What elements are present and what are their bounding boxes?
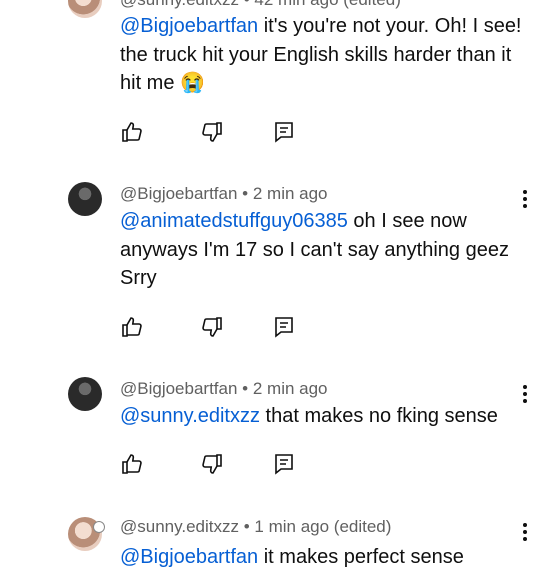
meta-separator: •: [237, 379, 253, 398]
comment-author[interactable]: @sunny.editxzz: [120, 0, 239, 9]
comment-time: 42 min ago (edited): [254, 0, 400, 9]
comment-time: 2 min ago: [252, 379, 328, 398]
thumb-down-icon[interactable]: [200, 120, 224, 144]
reply-icon[interactable]: [272, 452, 296, 476]
thumb-down-icon[interactable]: [200, 452, 224, 476]
thumb-up-icon[interactable]: [120, 315, 144, 339]
comment-meta: @Bigjoebartfan • 2 min ago: [120, 184, 328, 204]
meta-separator: •: [239, 0, 254, 9]
avatar[interactable]: [68, 377, 102, 411]
avatar[interactable]: [68, 182, 102, 216]
comment-author[interactable]: @sunny.editxzz: [120, 517, 239, 536]
meta-separator: •: [239, 517, 255, 536]
comment-author[interactable]: @Bigjoebartfan: [120, 379, 237, 398]
reply-icon[interactable]: [272, 120, 296, 144]
comment-text: @Bigjoebartfan it's you're not your. Oh!…: [120, 12, 530, 98]
comment-meta: @sunny.editxzz • 42 min ago (edited): [120, 0, 401, 10]
comment-meta: @Bigjoebartfan • 2 min ago: [120, 379, 328, 399]
thumb-up-icon[interactable]: [120, 120, 144, 144]
creator-badge-icon: [93, 521, 105, 533]
reply-icon[interactable]: [272, 315, 296, 339]
comment-body: that makes no fking sense: [260, 405, 498, 427]
mention-link[interactable]: @sunny.editxzz: [120, 405, 260, 427]
mention-link[interactable]: @Bigjoebartfan: [120, 546, 258, 568]
meta-separator: •: [237, 184, 253, 203]
comment-text: @animatedstuffguy06385 oh I see now anyw…: [120, 207, 530, 293]
thumb-up-icon[interactable]: [120, 452, 144, 476]
comment-body: it makes perfect sense: [258, 546, 464, 568]
more-vertical-icon[interactable]: [520, 523, 530, 545]
comment-time: 2 min ago: [252, 184, 328, 203]
comment-text: @sunny.editxzz that makes no fking sense: [120, 402, 530, 431]
comment-meta: @sunny.editxzz • 1 min ago (edited): [120, 517, 391, 537]
mention-link[interactable]: @animatedstuffguy06385: [120, 210, 348, 232]
comment-time: 1 min ago (edited): [254, 517, 392, 536]
thumb-down-icon[interactable]: [200, 315, 224, 339]
avatar[interactable]: [68, 0, 102, 18]
comment-author[interactable]: @Bigjoebartfan: [120, 184, 237, 203]
mention-link[interactable]: @Bigjoebartfan: [120, 15, 258, 37]
comment-text: @Bigjoebartfan it makes perfect sense: [120, 543, 530, 572]
